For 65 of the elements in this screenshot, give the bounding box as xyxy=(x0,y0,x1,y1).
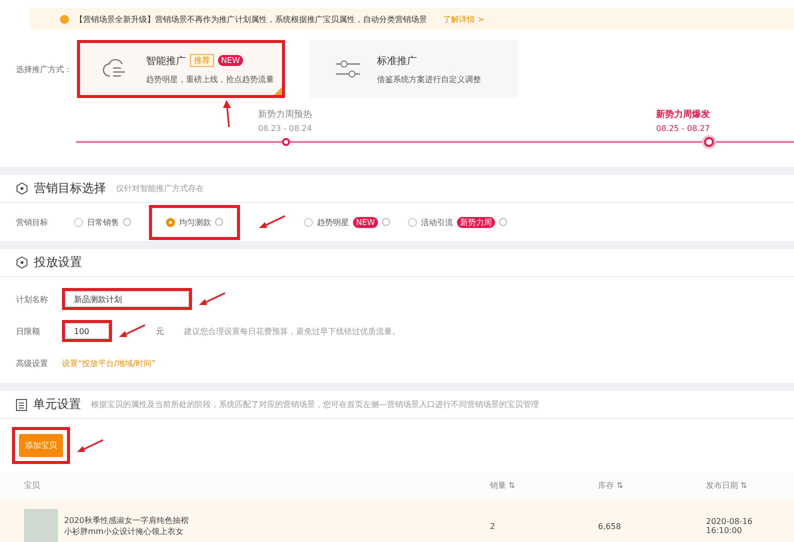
arrow-icon xyxy=(118,324,146,338)
hexagon-icon xyxy=(16,182,28,195)
goal-option[interactable]: 趋势明星 NEW xyxy=(304,216,390,228)
field-label: 日限额 xyxy=(16,326,41,336)
selected-corner-icon xyxy=(274,87,282,95)
column-header[interactable]: 发布日期 ⇅ xyxy=(706,480,770,491)
sliders-icon xyxy=(335,58,361,80)
section-title: 营销目标选择 xyxy=(34,180,106,197)
goal-label: 营销目标 xyxy=(16,216,49,228)
option-label: 日常销售 xyxy=(87,216,119,228)
mode-label: 选择推广方式： xyxy=(16,64,73,74)
goal-option[interactable]: 均匀测款 xyxy=(149,204,240,240)
table-cell-text: 6,658 xyxy=(598,522,622,530)
mode-description: 趋势明星，重磅上线，抢点趋势流量 xyxy=(146,74,274,84)
phase-title: 新势力周爆发 xyxy=(656,108,710,121)
table-cell-text: 2020-08-16 16:10:00 xyxy=(706,517,754,535)
hexagon-icon xyxy=(16,256,28,269)
budget-hint: 建议您合理设置每日花费预算，避免过早下线错过优质流量。 xyxy=(184,326,400,336)
mode-title: 标准推广 xyxy=(377,54,417,68)
field-label: 计划名称 xyxy=(16,294,49,304)
radio-button[interactable] xyxy=(166,218,175,226)
promotion-mode-card[interactable]: 标准推广 借鉴系统方案进行自定义调整 xyxy=(310,40,518,98)
help-icon xyxy=(382,218,390,226)
section-hint: 仅针对智能推广方式存在 xyxy=(116,183,204,194)
goal-option[interactable]: 活动引流 新势力周 xyxy=(408,216,507,228)
section-hint: 根据宝贝的属性及当前所处的阶段，系统匹配了对应的营销场景，您可在首页左侧—营销场景入口进行不同营销场景的宝贝管理 xyxy=(91,399,539,410)
daily-budget-field[interactable]: 100 xyxy=(65,323,109,339)
promotion-mode-card[interactable]: 智能推广 推荐 NEW 趋势明星，重磅上线，抢点趋势流量 xyxy=(77,40,285,98)
column-header[interactable]: 宝贝 xyxy=(24,480,490,491)
table-cell-text: 2 xyxy=(490,522,496,530)
help-icon xyxy=(215,218,223,226)
goal-option[interactable]: 日常销售 xyxy=(74,216,131,228)
mode-tag: NEW xyxy=(218,55,243,66)
section-title: 单元设置 xyxy=(33,396,81,413)
photo-placeholder xyxy=(24,509,58,542)
arrow-icon xyxy=(76,438,104,452)
radio-button[interactable] xyxy=(304,218,313,226)
column-header[interactable]: 库存 ⇅ xyxy=(598,480,706,491)
arrow-icon xyxy=(258,215,286,229)
unit-text: 元 xyxy=(156,326,164,336)
column-header[interactable]: 销量 ⇅ xyxy=(490,480,598,491)
radio-button[interactable] xyxy=(74,218,83,226)
help-icon xyxy=(123,218,131,226)
arrow-icon xyxy=(198,292,226,306)
mode-description: 借鉴系统方案进行自定义调整 xyxy=(377,74,481,84)
product-title: 2020秋季性感淑女一字肩纯色抽褶小衫胖mm小众设计掩心领上衣女 xyxy=(64,515,190,537)
phase-title: 新势力周预热 xyxy=(258,108,312,121)
arrow-icon xyxy=(222,100,232,128)
mode-tag: 推荐 xyxy=(190,54,214,67)
option-label: 趋势明星 xyxy=(317,216,349,228)
option-badge: 新势力周 xyxy=(456,216,495,228)
section-title: 投放设置 xyxy=(34,254,82,271)
list-icon xyxy=(16,398,27,410)
phase-dates: 08.25 - 08.27 xyxy=(656,124,710,133)
option-label: 活动引流 xyxy=(420,216,453,228)
warning-icon xyxy=(60,14,69,24)
option-badge: NEW xyxy=(353,216,378,228)
phase-dates: 08.23 - 08.24 xyxy=(258,124,312,133)
field-label: 高级设置 xyxy=(16,358,49,368)
radio-button[interactable] xyxy=(408,218,417,226)
plan-name-field[interactable]: 新品测款计划 xyxy=(65,291,189,307)
notice-text: 【营销场景全新升级】营销场景不再作为推广计划属性，系统根据推广宝贝属性，自动分类营销场景 xyxy=(75,14,427,24)
option-label: 均匀测款 xyxy=(179,216,211,228)
mode-title: 智能推广 xyxy=(146,54,186,68)
help-icon xyxy=(498,218,507,226)
